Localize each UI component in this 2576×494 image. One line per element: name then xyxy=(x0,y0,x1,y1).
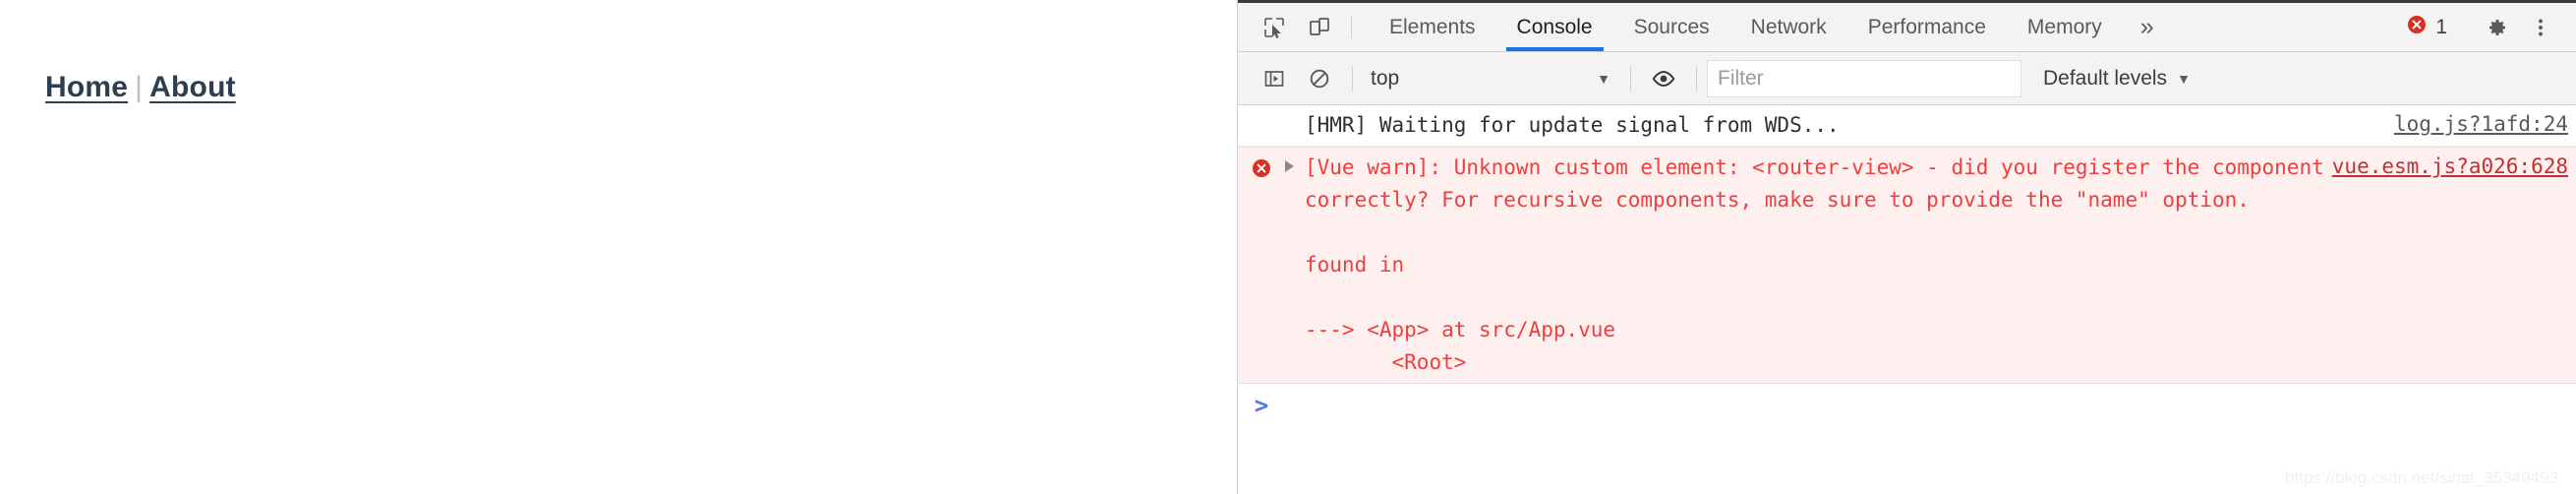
filter-input[interactable] xyxy=(1707,59,2021,97)
inspect-cursor-icon[interactable] xyxy=(1252,3,1297,51)
console-filter-bar: top ▼ Default levels ▼ xyxy=(1238,52,2576,105)
live-expression-eye-icon[interactable] xyxy=(1641,59,1686,98)
devtools-panel: Elements Console Sources Network Perform… xyxy=(1237,0,2576,494)
kebab-menu-icon[interactable] xyxy=(2519,3,2562,52)
console-sidebar-icon[interactable] xyxy=(1252,59,1297,98)
console-message-log[interactable]: [HMR] Waiting for update signal from WDS… xyxy=(1238,105,2576,147)
console-prompt-row[interactable]: > xyxy=(1238,384,2576,427)
device-toolbar-icon[interactable] xyxy=(1297,3,1342,51)
tabstrip-actions: 1 xyxy=(2396,3,2576,51)
clear-console-icon[interactable] xyxy=(1297,59,1342,98)
console-prompt-chevron-icon: > xyxy=(1254,392,1269,419)
nav-separator: | xyxy=(135,71,144,103)
filterbar-divider-1 xyxy=(1352,65,1353,92)
message-disclosure-triangle-icon[interactable] xyxy=(1285,152,1305,172)
error-circle-icon xyxy=(2406,14,2428,40)
console-message-error[interactable]: [Vue warn]: Unknown custom element: <rou… xyxy=(1238,147,2576,384)
chevron-down-icon: ▼ xyxy=(1597,70,1610,87)
tab-sources[interactable]: Sources xyxy=(1613,3,1730,51)
log-levels-select[interactable]: Default levels ▼ xyxy=(2031,59,2202,98)
tab-performance[interactable]: Performance xyxy=(1847,3,2007,51)
watermark: https://blog.csdn.net/sinat_35349493 xyxy=(2285,468,2558,487)
tabstrip-divider xyxy=(1351,16,1352,38)
error-count-value: 1 xyxy=(2435,15,2447,38)
tab-elements[interactable]: Elements xyxy=(1369,3,1496,51)
devtools-tabs: Elements Console Sources Network Perform… xyxy=(1369,3,2172,51)
message-level-icon-slot xyxy=(1238,109,1285,115)
gear-icon[interactable] xyxy=(2476,3,2519,52)
error-count-badge[interactable]: 1 xyxy=(2396,14,2457,40)
console-message-source-link[interactable]: log.js?1afd:24 xyxy=(2394,112,2568,136)
console-prompt-input[interactable] xyxy=(1285,394,2576,417)
screen: Home | About Elements Console Sources Ne… xyxy=(0,0,2576,494)
tab-network[interactable]: Network xyxy=(1730,3,1847,51)
devtools-tabstrip: Elements Console Sources Network Perform… xyxy=(1238,3,2576,52)
filterbar-divider-2 xyxy=(1630,65,1631,92)
message-disclosure-spacer xyxy=(1285,109,1305,118)
console-message-list[interactable]: [HMR] Waiting for update signal from WDS… xyxy=(1238,105,2576,494)
console-message-source-link[interactable]: vue.esm.js?a026:628 xyxy=(2332,154,2568,178)
console-message-text: [HMR] Waiting for update signal from WDS… xyxy=(1305,113,1840,137)
browser-viewport: Home | About xyxy=(0,0,1237,494)
tab-console[interactable]: Console xyxy=(1496,3,1613,51)
execution-context-select[interactable]: top ▼ xyxy=(1363,59,1620,98)
tab-memory[interactable]: Memory xyxy=(2007,3,2123,51)
site-nav: Home | About xyxy=(45,71,236,104)
nav-link-about[interactable]: About xyxy=(149,71,236,103)
console-message-text: [Vue warn]: Unknown custom element: <rou… xyxy=(1305,155,2324,374)
error-circle-icon xyxy=(1238,152,1285,179)
execution-context-value: top xyxy=(1371,66,1400,90)
log-levels-value: Default levels xyxy=(2043,66,2168,90)
chevron-down-icon: ▼ xyxy=(2177,70,2191,87)
filterbar-divider-3 xyxy=(1696,65,1697,92)
nav-link-home[interactable]: Home xyxy=(45,71,128,103)
more-tabs-icon[interactable]: » xyxy=(2123,3,2172,51)
